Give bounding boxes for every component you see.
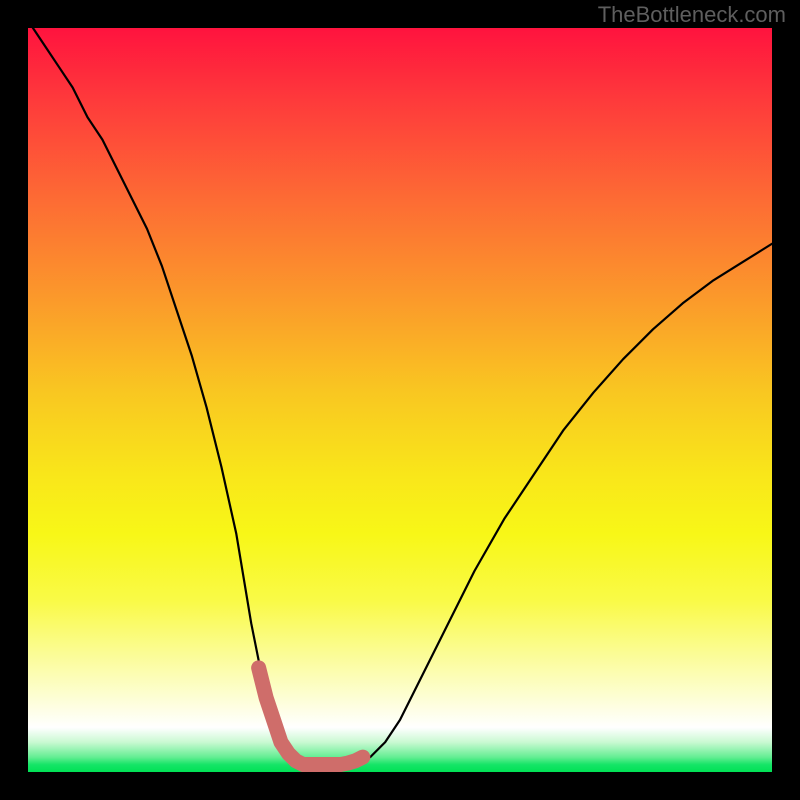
bottleneck-curve-path	[28, 28, 772, 765]
highlight-region-path	[259, 668, 363, 765]
curve-layer	[28, 28, 772, 772]
plot-area	[28, 28, 772, 772]
chart-frame: TheBottleneck.com	[0, 0, 800, 800]
watermark-text: TheBottleneck.com	[598, 2, 786, 28]
